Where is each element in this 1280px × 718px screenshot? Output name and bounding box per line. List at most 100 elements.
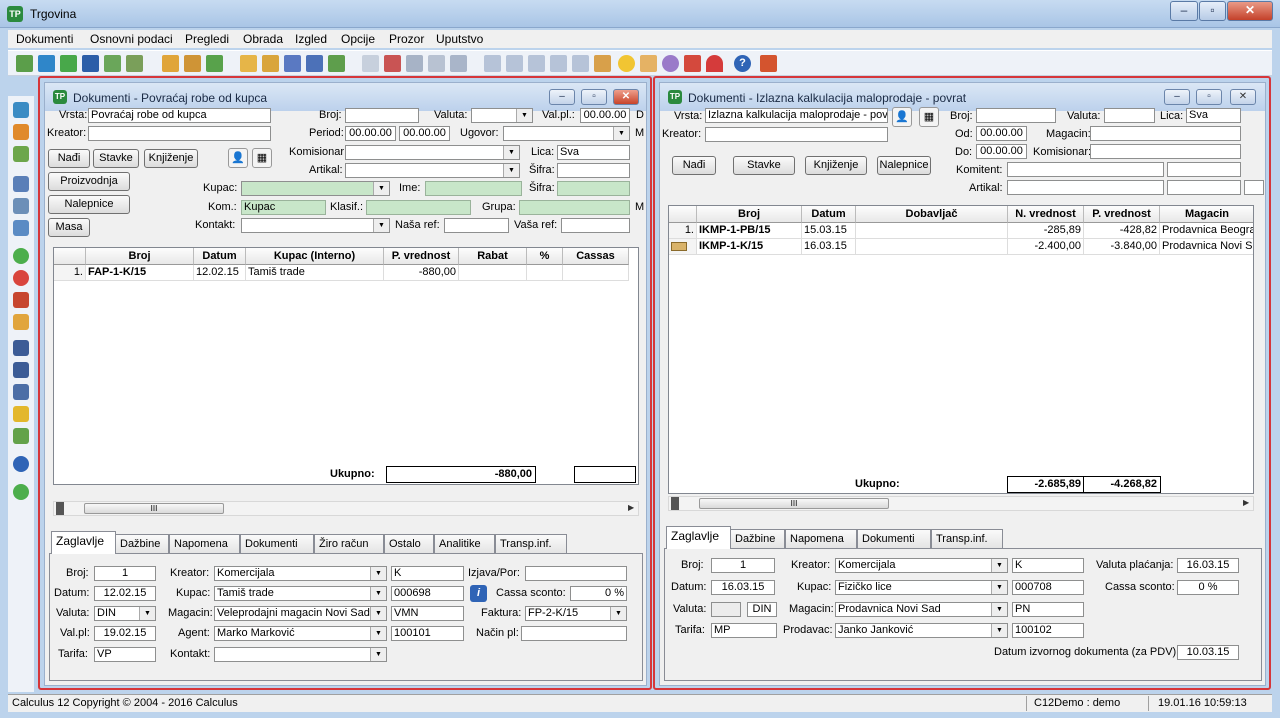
- artikal-field[interactable]: [1007, 180, 1164, 195]
- detail-valuta-field[interactable]: DIN: [747, 602, 777, 617]
- vrsta-field[interactable]: Povraćaj robe od kupca: [88, 108, 271, 123]
- tab-dokumenti[interactable]: Dokumenti: [240, 534, 314, 553]
- collapse-icon[interactable]: [13, 428, 29, 444]
- ime-field[interactable]: [425, 181, 522, 196]
- detail-kupac-dropdown[interactable]: Fizičko lice: [835, 580, 1008, 595]
- knjizenje-button[interactable]: Knjiženje: [805, 156, 867, 175]
- right-documents-grid[interactable]: Broj Datum Dobavljač N. vrednost P. vred…: [668, 205, 1254, 494]
- magacin-field[interactable]: [1090, 126, 1241, 141]
- tab-ziro-racun[interactable]: Žiro račun: [314, 534, 384, 553]
- menu-opcije[interactable]: Opcije: [341, 32, 375, 46]
- col-broj[interactable]: Broj: [86, 248, 194, 265]
- report2-icon[interactable]: [262, 55, 279, 72]
- kom-field[interactable]: Kupac: [241, 200, 326, 215]
- ugovor-dropdown[interactable]: [503, 126, 630, 141]
- klasif-field[interactable]: [366, 200, 471, 215]
- new-doc-icon[interactable]: [16, 55, 33, 72]
- menu-izgled[interactable]: Izgled: [295, 32, 327, 46]
- org-chart-icon[interactable]: ▦: [919, 107, 939, 127]
- edit-icon[interactable]: [13, 314, 29, 330]
- tab-ostalo[interactable]: Ostalo: [384, 534, 434, 553]
- detail-kontakt-dropdown[interactable]: [214, 647, 387, 662]
- detail-kupac-dropdown[interactable]: Tamiš trade: [214, 586, 387, 601]
- bulb-icon[interactable]: [618, 55, 635, 72]
- edit-icon[interactable]: [284, 55, 301, 72]
- detail-magacin-dropdown[interactable]: Prodavnica Novi Sad: [835, 602, 1008, 617]
- broj-field[interactable]: [345, 108, 419, 123]
- col-kupac[interactable]: Kupac (Interno): [246, 248, 384, 265]
- tab-dokumenti[interactable]: Dokumenti: [857, 529, 931, 548]
- detail-magacin-dropdown[interactable]: Veleprodajni magacin Novi Sad: [214, 606, 387, 621]
- detail-tarifa-field[interactable]: MP: [711, 623, 777, 638]
- col-datum[interactable]: Datum: [802, 206, 856, 223]
- knjizenje-button[interactable]: Knjiženje: [144, 149, 198, 168]
- col-rabat[interactable]: Rabat: [459, 248, 527, 265]
- nalepnice-button[interactable]: Nalepnice: [877, 156, 931, 175]
- detail-broj-field[interactable]: 1: [94, 566, 156, 581]
- layout-icon[interactable]: [550, 55, 567, 72]
- nadji-button[interactable]: Nađi: [672, 156, 716, 175]
- tab-dazbine[interactable]: Dažbine: [730, 529, 785, 548]
- print-icon[interactable]: [126, 55, 143, 72]
- print-icon[interactable]: [13, 176, 29, 192]
- detail-datum-field[interactable]: 12.02.15: [94, 586, 156, 601]
- col-datum[interactable]: Datum: [194, 248, 246, 265]
- cascade-icon[interactable]: [528, 55, 545, 72]
- col-pvrednost[interactable]: P. vrednost: [1084, 206, 1160, 223]
- copy-icon[interactable]: [362, 55, 379, 72]
- people-icon[interactable]: [13, 198, 29, 214]
- artikal-code-field[interactable]: [1167, 180, 1241, 195]
- col-cassas[interactable]: Cassas: [563, 248, 629, 265]
- calc-icon[interactable]: [328, 55, 345, 72]
- refresh-icon[interactable]: [38, 55, 55, 72]
- nasaref-field[interactable]: [444, 218, 509, 233]
- komitent-code-field[interactable]: [1167, 162, 1241, 177]
- chart-icon[interactable]: [206, 55, 223, 72]
- col-broj[interactable]: Broj: [697, 206, 802, 223]
- col-pvrednost[interactable]: P. vrednost: [384, 248, 459, 265]
- detail-faktura-dropdown[interactable]: FP-2-K/15: [525, 606, 627, 621]
- valuta-dropdown[interactable]: [471, 108, 533, 123]
- tab-zaglavlje[interactable]: Zaglavlje: [51, 531, 116, 554]
- scroll-thumb[interactable]: III: [84, 503, 224, 514]
- detail-kreator-dropdown[interactable]: Komercijala: [835, 558, 1008, 573]
- right-horizontal-scrollbar[interactable]: III ▶: [668, 496, 1254, 511]
- detail-kreator-dropdown[interactable]: Komercijala: [214, 566, 387, 581]
- layout2-icon[interactable]: [572, 55, 589, 72]
- heart-icon[interactable]: [706, 55, 723, 72]
- do-field[interactable]: 00.00.00: [976, 144, 1027, 159]
- tile-icon[interactable]: [506, 55, 523, 72]
- detail-tarifa-field[interactable]: VP: [94, 647, 156, 662]
- masa-button[interactable]: Masa: [48, 218, 90, 237]
- detail-datum-field[interactable]: 16.03.15: [711, 580, 775, 595]
- menu-obrada[interactable]: Obrada: [243, 32, 283, 46]
- komisionar-dropdown[interactable]: [345, 145, 520, 160]
- tab-napomena[interactable]: Napomena: [785, 529, 857, 548]
- filter-icon[interactable]: [13, 406, 29, 422]
- help-icon[interactable]: ?: [734, 55, 751, 72]
- remove-icon[interactable]: [13, 270, 29, 286]
- proizvodnja-button[interactable]: Proizvodnja: [48, 172, 130, 191]
- menu-dokumenti[interactable]: Dokumenti: [16, 32, 73, 46]
- komitent-field[interactable]: [1007, 162, 1164, 177]
- list-icon[interactable]: [306, 55, 323, 72]
- exit-icon[interactable]: [760, 55, 777, 72]
- left-minimize-button[interactable]: –: [549, 89, 575, 105]
- detail-kreator-code[interactable]: K: [391, 566, 464, 581]
- detail-kupac-code[interactable]: 000698: [391, 586, 464, 601]
- detail-kupac-code[interactable]: 000708: [1012, 580, 1084, 595]
- detail-cassa-field[interactable]: 0 %: [570, 586, 627, 601]
- vrsta-field[interactable]: Izlazna kalkulacija maloprodaje - povra: [705, 108, 888, 123]
- tab-napomena[interactable]: Napomena: [169, 534, 240, 553]
- left-horizontal-scrollbar[interactable]: III ▶: [53, 501, 639, 516]
- info-icon[interactable]: i: [470, 585, 487, 602]
- menu-pregledi[interactable]: Pregledi: [185, 32, 229, 46]
- report-icon[interactable]: [240, 55, 257, 72]
- user-lookup-icon[interactable]: 👤: [892, 107, 912, 127]
- export-icon[interactable]: [104, 55, 121, 72]
- vasaref-field[interactable]: [561, 218, 630, 233]
- kupac-dropdown[interactable]: [241, 181, 390, 196]
- detail-nacin-field[interactable]: [521, 626, 627, 641]
- detail-magacin-code[interactable]: PN: [1012, 602, 1084, 617]
- tab-zaglavlje[interactable]: Zaglavlje: [666, 526, 731, 549]
